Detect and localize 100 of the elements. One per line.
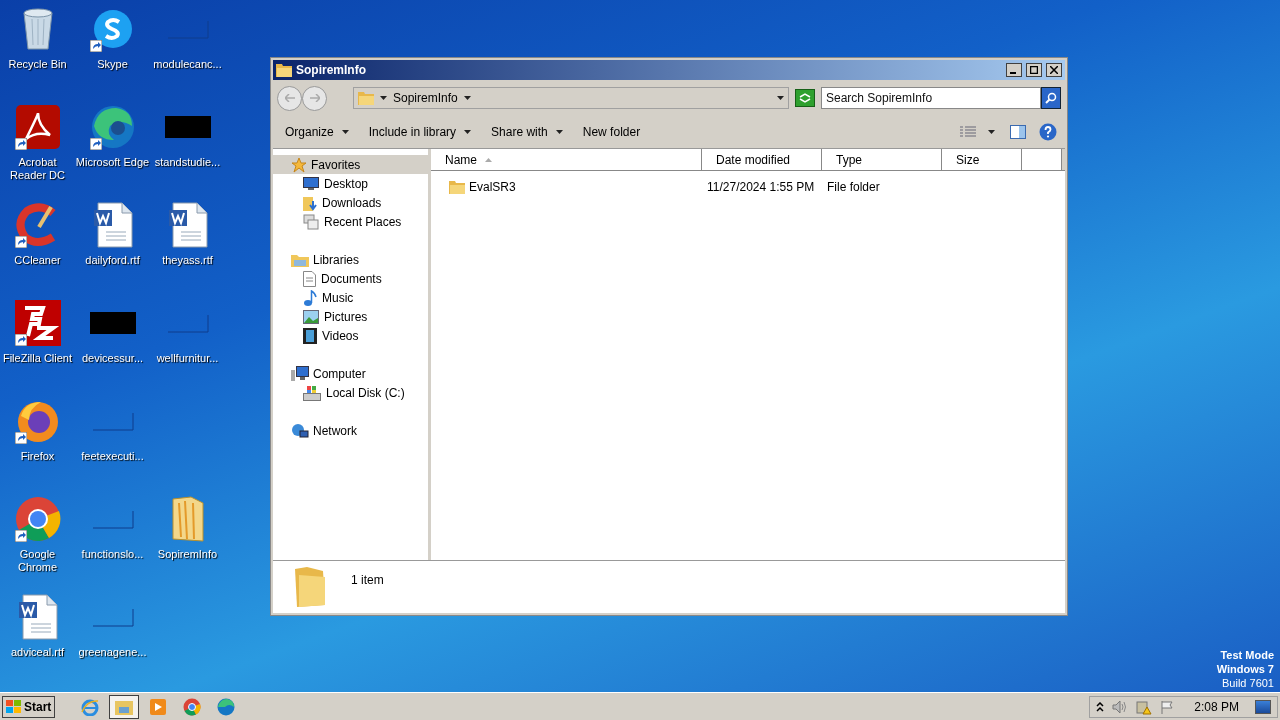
desktop-icon[interactable]: standstudie... (150, 102, 225, 200)
clock[interactable]: 2:08 PM (1194, 697, 1239, 716)
desktop-icon[interactable]: FileZilla Client (0, 298, 75, 396)
column-header[interactable]: Name (431, 149, 702, 170)
caret-icon (777, 96, 784, 100)
library-folder-icon (291, 252, 309, 267)
column-header[interactable]: Size (942, 149, 1022, 170)
search-button[interactable] (1041, 87, 1061, 109)
nav-item[interactable]: Documents (273, 269, 428, 288)
show-desktop-button[interactable] (1255, 699, 1271, 714)
folder-icon (293, 565, 327, 607)
recent-places-icon (303, 213, 319, 230)
computer-icon (291, 365, 309, 382)
shortcut-arrow-icon (89, 40, 102, 52)
desktop-icon[interactable]: Google Chrome (0, 494, 75, 592)
shortcut-arrow-icon (14, 334, 27, 346)
column-header[interactable]: Type (822, 149, 942, 170)
help-icon (1039, 123, 1057, 141)
close-icon (1050, 66, 1058, 74)
blank-file-icon (90, 411, 135, 431)
hard-disk-icon (303, 384, 321, 401)
network-globe-icon (291, 422, 309, 439)
preview-pane-icon (1010, 125, 1026, 139)
blank-file-icon (90, 607, 135, 627)
close-button[interactable] (1046, 63, 1062, 77)
blank-file-icon (165, 19, 210, 39)
desktop-icon[interactable]: Recycle Bin (0, 4, 75, 102)
windows-logo-icon (6, 699, 22, 714)
desktop-icon[interactable]: dailyford.rtf (75, 200, 150, 298)
desktop-icon[interactable]: SopiremInfo (150, 494, 225, 592)
desktop-icon[interactable]: Microsoft Edge (75, 102, 150, 200)
refresh-button[interactable] (795, 89, 815, 107)
desktop-icon[interactable]: feetexecuti... (75, 396, 150, 494)
nav-item[interactable]: Music (273, 288, 428, 307)
caret-icon (464, 130, 472, 134)
word-document-icon (16, 594, 59, 640)
shortcut-arrow-icon (89, 138, 102, 150)
minimize-button[interactable] (1006, 63, 1022, 77)
toolbar-button[interactable]: Include in library (362, 120, 478, 144)
breadcrumb-item[interactable]: SopiremInfo (393, 89, 458, 107)
toolbar-button[interactable]: New folder (576, 120, 647, 144)
desktop-icon[interactable]: wellfurnitur... (150, 298, 225, 396)
word-document-icon (91, 202, 134, 248)
landscape-picture-icon (303, 309, 319, 324)
speaker-icon[interactable] (1112, 699, 1129, 714)
desktop-icon[interactable]: modulecanc... (150, 4, 225, 102)
refresh-icon (799, 93, 811, 103)
help-button[interactable] (1037, 121, 1059, 143)
desktop-icon[interactable]: theyass.rtf (150, 200, 225, 298)
nav-group-item[interactable]: Favorites (273, 155, 428, 174)
document-icon (303, 270, 316, 287)
caret-icon (380, 96, 387, 100)
nav-group-item[interactable]: Libraries (273, 250, 428, 269)
desktop-icon[interactable]: Acrobat Reader DC (0, 102, 75, 200)
desktop-icon[interactable]: Skype (75, 4, 150, 102)
nav-group-item[interactable]: Computer (273, 364, 428, 383)
blank-file-icon (165, 313, 210, 333)
search-field[interactable]: Search SopiremInfo (821, 87, 1041, 109)
nav-item[interactable]: Videos (273, 326, 428, 345)
nav-item[interactable]: Recent Places (273, 212, 428, 231)
desktop-icon[interactable]: CCleaner (0, 200, 75, 298)
search-icon (1045, 92, 1057, 104)
folder-icon (358, 91, 374, 105)
details-view-icon (960, 126, 976, 138)
toolbar-button[interactable]: Share with (485, 120, 569, 144)
caret-icon (555, 130, 563, 134)
start-button[interactable]: Start (2, 695, 56, 718)
nav-item[interactable]: Pictures (273, 307, 428, 326)
nav-group-item[interactable]: Network (273, 421, 428, 440)
nav-item[interactable]: Downloads (273, 193, 428, 212)
taskbar-button[interactable] (109, 694, 140, 719)
file-name: EvalSR3 (469, 179, 516, 196)
network-warning-icon[interactable] (1136, 698, 1153, 715)
sort-arrow-icon (485, 157, 492, 162)
maximize-icon (1030, 66, 1038, 74)
flag-icon[interactable] (1160, 699, 1175, 714)
caret-icon (341, 130, 349, 134)
date-cell-text: 11/27/2024 1:55 PM (706, 179, 816, 196)
nav-item[interactable]: Desktop (273, 174, 428, 193)
address-bar[interactable]: SopiremInfo (353, 87, 789, 109)
desktop-icon[interactable]: functionslo... (75, 494, 150, 592)
nav-item[interactable]: Local Disk (C:) (273, 383, 428, 402)
desktop-icon[interactable]: adviceal.rtf (0, 592, 75, 690)
edge-logo-icon (217, 697, 236, 716)
desktop-icon[interactable]: devicessur... (75, 298, 150, 396)
folder-icon (115, 698, 134, 715)
filezilla-logo-icon (14, 300, 61, 346)
internet-explorer-icon (81, 697, 100, 716)
file-row[interactable]: EvalSR3 11/27/2024 1:55 PM File folder (431, 177, 1065, 197)
maximize-button[interactable] (1026, 63, 1042, 77)
item-count: 1 item (351, 572, 384, 589)
type-cell-text: File folder (826, 179, 881, 196)
back-arrow-icon (284, 94, 295, 102)
column-header[interactable]: Date modified (702, 149, 822, 170)
desktop-icon[interactable]: Firefox (0, 396, 75, 494)
folder-icon (170, 495, 205, 543)
chevron-up-icon[interactable] (1096, 701, 1105, 712)
shortcut-arrow-icon (14, 530, 27, 542)
film-strip-icon (303, 327, 317, 344)
toolbar-button[interactable]: Organize (279, 120, 355, 144)
